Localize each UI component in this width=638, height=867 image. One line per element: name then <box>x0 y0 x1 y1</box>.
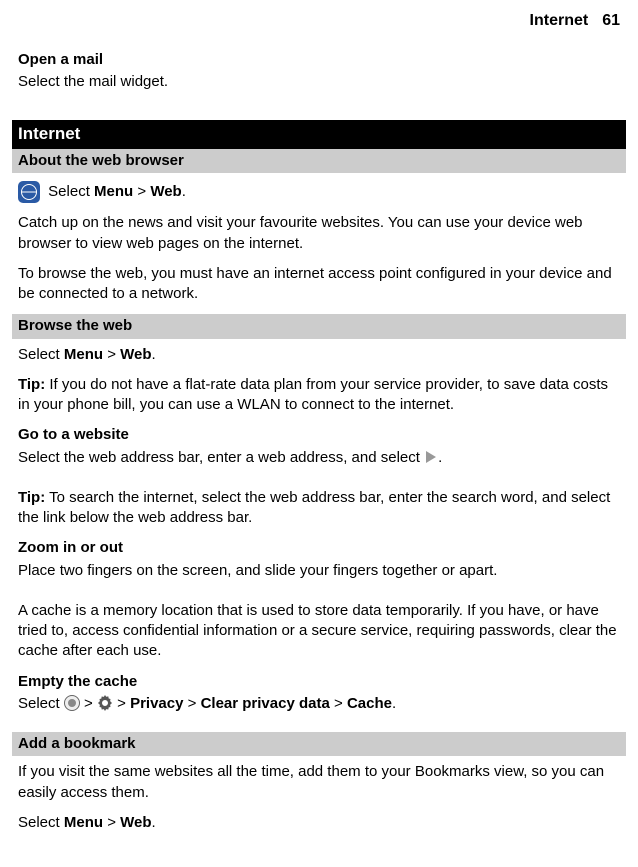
go-icon <box>426 451 436 463</box>
zoom-heading: Zoom in or out <box>18 538 620 558</box>
browse-select-line: Select Menu > Web. <box>18 345 620 365</box>
gear-icon <box>97 695 113 711</box>
privacy-label: Privacy <box>130 695 183 712</box>
browser-icon <box>18 181 40 203</box>
goto-heading: Go to a website <box>18 425 620 445</box>
gt-separator: > <box>133 183 150 200</box>
gt-separator: > <box>330 695 347 712</box>
menu-label: Menu <box>64 346 103 363</box>
web-label: Web <box>150 183 181 200</box>
select-prefix: Select <box>18 814 64 831</box>
clear-label: Clear privacy data <box>201 695 330 712</box>
web-label: Web <box>120 346 151 363</box>
period: . <box>152 814 156 831</box>
tip-body: If you do not have a flat-rate data plan… <box>18 376 608 413</box>
menu-label: Menu <box>64 814 103 831</box>
empty-cache-heading: Empty the cache <box>18 672 620 692</box>
tip-body: To search the internet, select the web a… <box>18 489 610 526</box>
period: . <box>152 346 156 363</box>
about-browser-bar: About the web browser <box>12 149 626 173</box>
open-mail-heading: Open a mail <box>18 50 620 70</box>
menu-circle-icon <box>64 695 80 711</box>
menu-label: Menu <box>94 183 133 200</box>
empty-cache-body: Select > > Privacy > Clear privacy data … <box>18 694 620 714</box>
select-prefix: Select <box>48 183 94 200</box>
gt-separator: > <box>113 695 130 712</box>
page-number: 61 <box>602 12 620 29</box>
gt-separator: > <box>183 695 200 712</box>
chapter-name: Internet <box>530 12 589 29</box>
bookmark-para: If you visit the same websites all the t… <box>18 762 620 803</box>
goto-post: . <box>438 449 442 466</box>
open-mail-body: Select the mail widget. <box>18 72 620 92</box>
tip-2: Tip: To search the internet, select the … <box>18 488 620 529</box>
tip-label: Tip: <box>18 489 45 506</box>
select-prefix: Select <box>18 346 64 363</box>
period: . <box>182 183 186 200</box>
internet-section-bar: Internet <box>12 120 626 149</box>
page-header: Internet 61 <box>0 0 638 40</box>
bookmark-bar: Add a bookmark <box>12 732 626 756</box>
cache-label: Cache <box>347 695 392 712</box>
browse-tip: Tip: If you do not have a flat-rate data… <box>18 375 620 416</box>
zoom-body: Place two fingers on the screen, and sli… <box>18 561 620 581</box>
gt-separator: > <box>103 346 120 363</box>
web-label: Web <box>120 814 151 831</box>
goto-body: Select the web address bar, enter a web … <box>18 448 620 468</box>
about-select-line: Select Menu > Web. <box>18 181 620 203</box>
gt-separator: > <box>80 695 97 712</box>
select-prefix: Select <box>18 695 64 712</box>
gt-separator: > <box>103 814 120 831</box>
cache-para: A cache is a memory location that is use… <box>18 601 620 662</box>
tip-label: Tip: <box>18 376 45 393</box>
content: Open a mail Select the mail widget. Inte… <box>0 50 638 851</box>
goto-pre: Select the web address bar, enter a web … <box>18 449 424 466</box>
about-para-1: Catch up on the news and visit your favo… <box>18 213 620 254</box>
browse-web-bar: Browse the web <box>12 314 626 338</box>
bookmark-select-line: Select Menu > Web. <box>18 813 620 833</box>
period: . <box>392 695 396 712</box>
about-para-2: To browse the web, you must have an inte… <box>18 264 620 305</box>
